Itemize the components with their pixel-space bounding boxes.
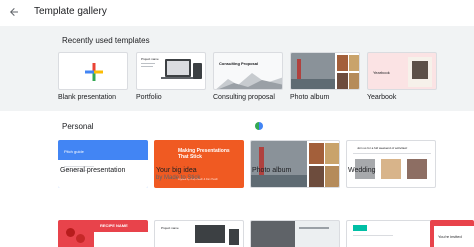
back-button[interactable]: [6, 4, 22, 20]
photo-thumb: [309, 166, 324, 187]
personal-section-title: Personal: [62, 122, 94, 131]
phone-image: [193, 63, 202, 79]
mountain-image: [216, 73, 282, 89]
template-label: Your big idea: [156, 167, 197, 174]
thumb-title: Yearbook: [373, 70, 390, 75]
text-line: [353, 235, 393, 236]
slide-body: [58, 160, 148, 188]
template-thumbnail: Join us for a full weekend of activities…: [346, 140, 436, 188]
thumb-title: Pitch guide: [64, 149, 84, 154]
photo-thumb: [309, 143, 324, 164]
strawberry: [66, 228, 75, 237]
template-photo-album-personal[interactable]: Photo album: [250, 140, 340, 192]
template-your-big-idea[interactable]: Making Presentations That Stick A guide …: [154, 140, 244, 212]
template-thumbnail: [58, 52, 128, 90]
template-label: General presentation: [60, 167, 126, 174]
text-line: [141, 66, 153, 67]
template-label: Consulting proposal: [213, 94, 275, 101]
template-author: by Made to Stick: [156, 175, 201, 181]
photo-strawberries: [58, 220, 94, 247]
photo-thumb: [407, 159, 427, 179]
template-thumbnail: You're invited: [430, 220, 474, 247]
template-thumbnail: [250, 220, 340, 247]
template-label: Portfolio: [136, 94, 162, 101]
laptop-image: [195, 225, 225, 243]
text-line: [141, 63, 155, 64]
template-thumbnail: [290, 52, 360, 90]
laptop-base: [161, 77, 195, 79]
text-line: [299, 227, 329, 229]
template-recipe[interactable]: RECIPE NAME: [58, 220, 148, 247]
photo-image: [251, 221, 295, 247]
template-general-presentation[interactable]: Pitch guide General presentation: [58, 140, 148, 192]
thumb-title: RECIPE NAME: [100, 223, 128, 228]
photo-thumb: [381, 159, 401, 179]
template-thumbnail: Project name: [154, 220, 244, 247]
template-thumbnail: RECIPE NAME: [58, 220, 148, 247]
photo-portrait: [412, 61, 428, 79]
template-yearbook[interactable]: Yearbook Yearbook: [367, 52, 437, 104]
template-row3-4[interactable]: [346, 220, 436, 247]
arrow-back-icon: [10, 8, 18, 16]
template-thumbnail: Pitch guide: [58, 140, 148, 188]
thumb-title: Project name: [161, 226, 179, 230]
template-row3-3[interactable]: [250, 220, 340, 247]
divider: [353, 153, 431, 154]
template-thumbnail: Consulting Proposal: [213, 52, 283, 90]
recent-section-title: Recently used templates: [62, 36, 150, 45]
page-title: Template gallery: [34, 6, 107, 17]
accent-block: [353, 225, 367, 231]
template-thumbnail: [346, 220, 436, 247]
photo-water: [291, 79, 335, 89]
template-label: Wedding: [348, 167, 376, 174]
top-bar: Template gallery: [0, 0, 474, 24]
template-thumbnail: Project name: [136, 52, 206, 90]
template-blank-presentation[interactable]: Blank presentation: [58, 52, 128, 104]
plus-icon: [85, 63, 103, 81]
thumb-title: Join us for a full weekend of activities…: [357, 146, 408, 150]
photo-water: [251, 175, 307, 187]
thumb-title: Consulting Proposal: [219, 61, 259, 66]
template-label: Blank presentation: [58, 94, 116, 101]
template-wedding[interactable]: Join us for a full weekend of activities…: [346, 140, 436, 192]
photo-thumb: [325, 143, 339, 164]
photo-thumb: [349, 73, 359, 89]
template-portfolio[interactable]: Project name Portfolio: [136, 52, 206, 104]
phone-image: [229, 229, 239, 245]
thumb-title: Making Presentations That Stick: [178, 148, 230, 160]
photo-thumb: [349, 55, 359, 71]
photo-thumb: [337, 73, 348, 89]
template-invitation[interactable]: You're invited: [430, 220, 474, 247]
template-photo-album[interactable]: Photo album: [290, 52, 360, 104]
loading-spinner: [255, 122, 263, 130]
template-project[interactable]: Project name: [154, 220, 244, 247]
thumb-title: You're invited: [438, 234, 462, 239]
template-consulting-proposal[interactable]: Consulting Proposal Consulting proposal: [213, 52, 283, 104]
thumb-title: Project name: [141, 57, 159, 61]
strawberry: [76, 234, 85, 243]
photo-thumb: [337, 55, 348, 71]
template-label: Photo album: [290, 94, 330, 101]
template-label: Yearbook: [367, 94, 397, 101]
template-label: Photo album: [252, 167, 292, 174]
template-thumbnail: [250, 140, 340, 188]
template-thumbnail: Yearbook: [367, 52, 437, 90]
photo-thumb: [325, 166, 339, 187]
laptop-screen: [167, 61, 189, 75]
